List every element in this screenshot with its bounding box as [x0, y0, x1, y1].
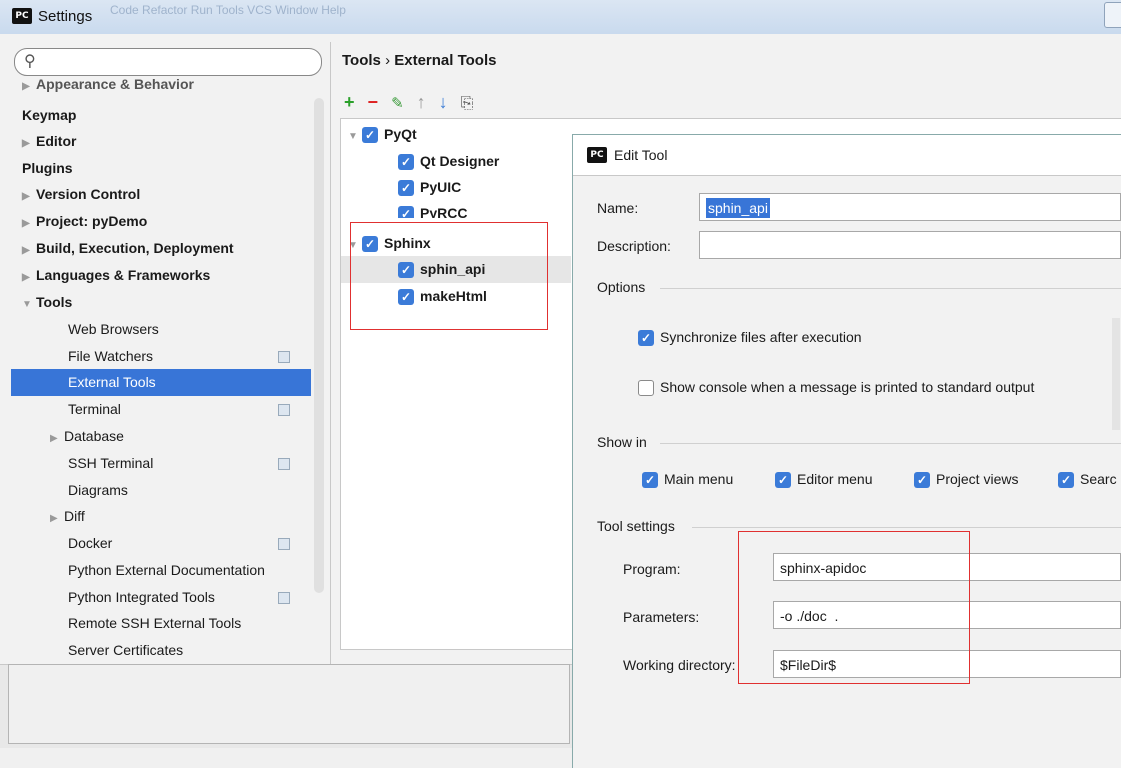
tool-settings-group-label: Tool settings [597, 518, 675, 534]
expand-arrow-icon: ▶ [22, 272, 30, 283]
checkbox-checked-icon[interactable]: ✓ [1058, 472, 1074, 489]
project-level-icon [278, 351, 290, 363]
tree-selection-highlight [11, 369, 311, 396]
copy-icon[interactable]: ⎘ [461, 95, 474, 113]
tree-item-ssh-terminal[interactable]: SSH Terminal [68, 450, 153, 476]
tree-item-languages[interactable]: ▶ Languages & Frameworks [22, 262, 210, 288]
tree-item-editor[interactable]: ▶ Editor [22, 128, 76, 154]
expand-arrow-icon: ▶ [22, 81, 30, 92]
breadcrumb: Tools › External Tools [342, 52, 496, 69]
annotation-highlight-box [350, 222, 548, 330]
dialog-scrollbar[interactable] [1112, 318, 1120, 430]
sync-files-option[interactable]: ✓ Synchronize files after execution [638, 328, 862, 347]
remove-icon[interactable]: − [368, 92, 379, 113]
description-label: Description: [597, 238, 671, 254]
tool-row-qt-designer[interactable]: ✓ Qt Designer [398, 148, 499, 174]
show-in-group-label: Show in [597, 434, 647, 450]
search-icon: ⚲ [24, 53, 36, 70]
tool-row-pyuic[interactable]: ✓ PyUIC [398, 174, 461, 200]
tree-item-database[interactable]: ▶ Database [50, 423, 124, 449]
tree-item-terminal[interactable]: Terminal [68, 396, 121, 422]
dialog-title-divider [573, 175, 1121, 176]
breadcrumb-leaf: External Tools [394, 52, 497, 69]
expand-arrow-icon: ▶ [50, 513, 58, 524]
expand-arrow-icon: ▶ [22, 138, 30, 149]
tree-item-project[interactable]: ▶ Project: pyDemo [22, 208, 147, 234]
collapse-arrow-icon: ▼ [348, 131, 358, 142]
checkbox-checked-icon[interactable]: ✓ [398, 206, 414, 218]
tree-item-diagrams[interactable]: Diagrams [68, 477, 128, 503]
checkbox-checked-icon[interactable]: ✓ [638, 330, 654, 347]
tree-item-appearance[interactable]: ▶ Appearance & Behavior [22, 76, 194, 92]
program-label: Program: [623, 561, 681, 577]
description-field[interactable] [699, 231, 1121, 259]
group-row-pyqt[interactable]: ▼ ✓ PyQt [348, 121, 417, 147]
footer-panel [8, 664, 570, 744]
options-group-divider [660, 288, 1121, 289]
tree-item-tools[interactable]: ▼ Tools [22, 289, 72, 315]
name-field-value: sphin_api [706, 198, 770, 218]
annotation-highlight-box [738, 531, 970, 684]
show-in-main-menu[interactable]: ✓ Main menu [642, 470, 733, 489]
name-field[interactable]: sphin_api [699, 193, 1121, 221]
window-title: Settings [38, 8, 93, 25]
project-level-icon [278, 404, 290, 416]
add-icon[interactable]: + [344, 92, 355, 113]
options-group-label: Options [597, 279, 646, 295]
blurred-menu-text: Code Refactor Run Tools VCS Window Help [110, 3, 346, 17]
show-in-editor-menu[interactable]: ✓ Editor menu [775, 470, 872, 489]
show-in-project-views[interactable]: ✓ Project views [914, 470, 1018, 489]
move-up-icon[interactable]: ↑ [417, 92, 426, 113]
tree-item-diff[interactable]: ▶ Diff [50, 503, 85, 529]
checkbox-checked-icon[interactable]: ✓ [775, 472, 791, 489]
project-level-icon [278, 538, 290, 550]
tree-item-build[interactable]: ▶ Build, Execution, Deployment [22, 235, 234, 261]
dialog-title: Edit Tool [614, 147, 668, 163]
checkbox-checked-icon[interactable]: ✓ [642, 472, 658, 489]
show-console-option[interactable]: Show console when a message is printed t… [638, 378, 1034, 397]
name-label: Name: [597, 200, 639, 216]
tree-item-external-tools[interactable]: External Tools [68, 369, 156, 395]
search-input[interactable] [14, 48, 322, 76]
tree-item-web-browsers[interactable]: Web Browsers [68, 316, 159, 342]
tree-item-python-integrated-tools[interactable]: Python Integrated Tools [68, 584, 215, 610]
project-level-icon [278, 592, 290, 604]
tool-settings-divider [692, 527, 1121, 528]
pycharm-app-icon: PC [12, 8, 32, 24]
move-down-icon[interactable]: ↓ [439, 92, 448, 113]
parameters-label: Parameters: [623, 609, 700, 625]
breadcrumb-separator: › [385, 52, 391, 69]
tree-item-python-ext-docs[interactable]: Python External Documentation [68, 557, 265, 583]
external-tools-toolbar: + − ✎ ↑ ↓ ⎘ [344, 92, 482, 113]
expand-arrow-icon: ▶ [50, 433, 58, 444]
checkbox-unchecked-icon[interactable] [638, 380, 654, 397]
checkbox-checked-icon[interactable]: ✓ [914, 472, 930, 489]
show-in-search[interactable]: ✓ Searc [1058, 470, 1121, 489]
expand-arrow-icon: ▶ [22, 245, 30, 256]
tree-item-file-watchers[interactable]: File Watchers [68, 343, 153, 369]
edit-icon[interactable]: ✎ [391, 94, 404, 112]
tree-item-keymap[interactable]: Keymap [22, 102, 76, 128]
show-in-group-divider [660, 443, 1121, 444]
checkbox-checked-icon[interactable]: ✓ [398, 180, 414, 197]
tree-item-docker[interactable]: Docker [68, 530, 112, 556]
tree-item-remote-ssh[interactable]: Remote SSH External Tools [68, 610, 241, 636]
tree-item-version-control[interactable]: ▶ Version Control [22, 181, 140, 207]
tree-item-server-certificates[interactable]: Server Certificates [68, 637, 183, 663]
project-level-icon [278, 458, 290, 470]
checkbox-checked-icon[interactable]: ✓ [362, 127, 378, 144]
checkbox-checked-icon[interactable]: ✓ [398, 154, 414, 171]
tree-item-plugins[interactable]: Plugins [22, 155, 73, 181]
breadcrumb-root: Tools [342, 52, 381, 69]
working-directory-label: Working directory: [623, 657, 736, 673]
dialog-app-icon: PC [587, 147, 607, 163]
expand-arrow-icon: ▶ [22, 218, 30, 229]
pane-divider[interactable] [330, 42, 331, 747]
window-control-button[interactable] [1104, 2, 1121, 28]
collapse-arrow-icon: ▼ [22, 299, 32, 310]
tree-scrollbar[interactable] [314, 98, 324, 593]
tool-row-pyrcc[interactable]: ✓ PyRCC [398, 200, 467, 218]
expand-arrow-icon: ▶ [22, 191, 30, 202]
